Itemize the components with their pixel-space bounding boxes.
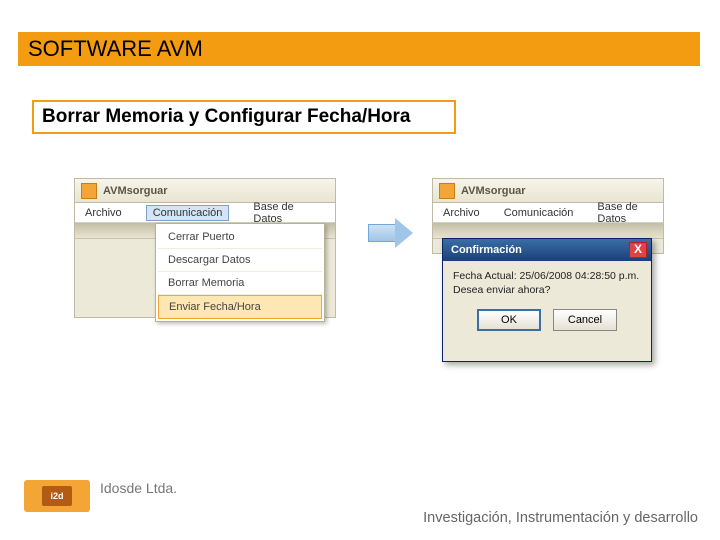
app-icon — [439, 183, 455, 199]
ok-button[interactable]: OK — [477, 309, 541, 331]
dialog-title: Confirmación — [447, 244, 522, 256]
dialog-body: Fecha Actual: 25/06/2008 04:28:50 p.m. D… — [443, 261, 651, 303]
app-titlebar: AVMsorguar — [433, 179, 663, 203]
menu-file[interactable]: Archivo — [85, 207, 122, 219]
app-title: AVMsorguar — [461, 185, 526, 197]
company-name: Idosde Ltda. — [100, 480, 177, 496]
app-titlebar: AVMsorguar — [75, 179, 335, 203]
slide-title-bar: SOFTWARE AVM — [18, 32, 700, 66]
menu-communication[interactable]: Comunicación — [146, 205, 230, 221]
menuitem-cerrar-puerto[interactable]: Cerrar Puerto — [158, 226, 322, 249]
menuitem-descargar-datos[interactable]: Descargar Datos — [158, 249, 322, 272]
toolbar-strip — [433, 223, 663, 239]
menubar: Archivo Comunicación Base de Datos — [75, 203, 335, 223]
app-title: AVMsorguar — [103, 185, 168, 197]
cancel-button[interactable]: Cancel — [553, 309, 617, 331]
menuitem-borrar-memoria[interactable]: Borrar Memoria — [158, 272, 322, 295]
company-logo: i2d — [24, 480, 90, 512]
dropdown-menu: Cerrar Puerto Descargar Datos Borrar Mem… — [155, 223, 325, 322]
menuitem-enviar-fechahora[interactable]: Enviar Fecha/Hora — [158, 295, 322, 319]
subtitle-text: Borrar Memoria y Configurar Fecha/Hora — [34, 106, 410, 128]
confirmation-dialog: Confirmación X Fecha Actual: 25/06/2008 … — [442, 238, 652, 362]
logo-text: i2d — [42, 486, 72, 506]
app-icon — [81, 183, 97, 199]
menu-database[interactable]: Base de Datos — [253, 201, 325, 225]
subtitle-box: Borrar Memoria y Configurar Fecha/Hora — [32, 100, 456, 134]
dialog-line-date: Fecha Actual: 25/06/2008 04:28:50 p.m. — [453, 269, 641, 283]
app-window-left: AVMsorguar Archivo Comunicación Base de … — [74, 178, 336, 318]
menu-file[interactable]: Archivo — [443, 207, 480, 219]
menu-database[interactable]: Base de Datos — [597, 201, 653, 225]
dialog-line-question: Desea enviar ahora? — [453, 283, 641, 297]
dialog-buttons: OK Cancel — [443, 303, 651, 341]
dialog-titlebar: Confirmación X — [443, 239, 651, 261]
slide-title: SOFTWARE AVM — [18, 36, 203, 62]
menu-communication[interactable]: Comunicación — [504, 207, 574, 219]
flow-arrow-icon — [368, 218, 414, 248]
footer-tagline: Investigación, Instrumentación y desarro… — [423, 510, 698, 526]
close-icon[interactable]: X — [629, 242, 647, 258]
menubar: Archivo Comunicación Base de Datos — [433, 203, 663, 223]
